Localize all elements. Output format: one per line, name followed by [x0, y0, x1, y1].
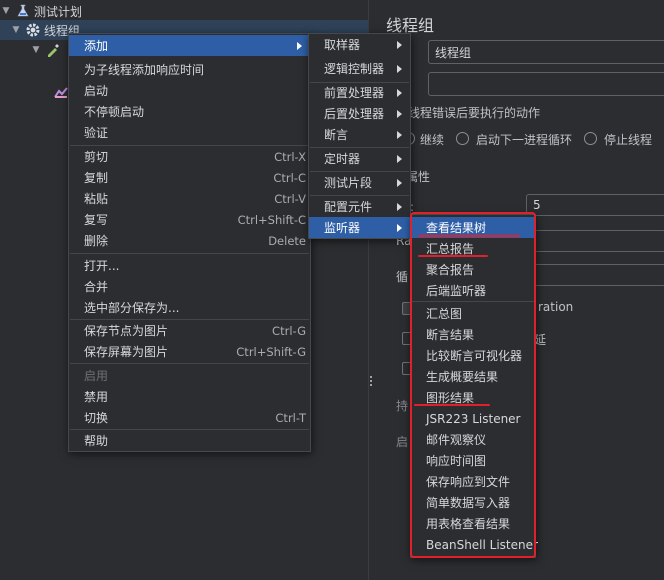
menu-item-generate-summary-results[interactable]: 生成概要结果 [411, 366, 535, 387]
menu-item-copy[interactable]: 复制 Ctrl-C [69, 167, 310, 188]
listener-submenu: 查看结果树 汇总报告 聚合报告 后端监听器 汇总图 断言结果 比较断言可视化器 … [410, 214, 538, 558]
tree-item-child-sampler[interactable]: ▼ [30, 40, 64, 60]
menu-item-start[interactable]: 启动 [69, 80, 310, 101]
error-action-label: 线程错误后要执行的动作 [408, 106, 541, 120]
menu-item-save-selection-as[interactable]: 选中部分保存为... [69, 297, 310, 318]
threads-input[interactable]: 5 [526, 194, 664, 216]
menu-item-paste[interactable]: 粘贴 Ctrl-V [69, 188, 310, 209]
submenu-arrow-icon [397, 202, 402, 211]
menu-item-beanshell-listener[interactable]: BeanShell Listener [411, 534, 538, 555]
menu-item-sampler[interactable]: 取样器 [309, 34, 410, 55]
menu-item-validate[interactable]: 验证 [69, 122, 310, 143]
menu-separator [70, 363, 309, 364]
menu-item-test-fragment[interactable]: 测试片段 [309, 172, 410, 193]
radio-next-loop-label: 启动下一进程循环 [476, 133, 573, 147]
context-menu: 添加 为子线程添加响应时间 启动 不停顿启动 验证 剪切 Ctrl-X 复制 Ctr… [68, 33, 311, 452]
menu-item-open[interactable]: 打开... [69, 255, 310, 276]
menu-item-simple-data-writer[interactable]: 简单数据写入器 [411, 492, 535, 513]
radio-stop-thread-label: 停止线程 [604, 133, 653, 147]
menu-item-jsr223-listener[interactable]: JSR223 Listener [411, 408, 535, 429]
menu-item-pre-processor[interactable]: 前置处理器 [309, 82, 410, 103]
menu-item-add[interactable]: 添加 [69, 35, 310, 56]
menu-item-config-element[interactable]: 配置元件 [309, 196, 410, 217]
menu-item-cut[interactable]: 剪切 Ctrl-X [69, 146, 310, 167]
submenu-arrow-icon [397, 223, 402, 232]
radio-continue-label: 继续 [420, 133, 445, 147]
add-submenu: 取样器 逻辑控制器 前置处理器 后置处理器 断言 定时器 测试片段 配置元件 监… [308, 33, 411, 239]
menu-separator [412, 301, 534, 302]
menu-item-merge[interactable]: 合并 [69, 276, 310, 297]
submenu-arrow-icon [397, 154, 402, 163]
loop-input[interactable] [526, 264, 664, 286]
chart-icon [53, 84, 69, 100]
menu-item-save-screen-image[interactable]: 保存屏幕为图片 Ctrl+Shift-G [69, 341, 310, 362]
menu-item-post-processor[interactable]: 后置处理器 [309, 103, 410, 124]
dropper-icon [45, 42, 61, 58]
menu-item-start-no-pauses[interactable]: 不停顿启动 [69, 101, 310, 122]
duration-label: 持 [396, 399, 409, 413]
menu-item-toggle[interactable]: 切换 Ctrl-T [69, 407, 310, 428]
submenu-arrow-icon [397, 109, 402, 118]
ramp-up-input[interactable] [526, 230, 664, 252]
menu-item-save-responses-to-file[interactable]: 保存响应到文件 [411, 471, 535, 492]
tree-item-label: 测试计划 [34, 4, 83, 19]
menu-item-timer[interactable]: 定时器 [309, 148, 410, 169]
menu-item-help[interactable]: 帮助 [69, 430, 310, 451]
menu-item-add-think-times[interactable]: 为子线程添加响应时间 [69, 59, 310, 80]
collapse-arrow-icon[interactable]: ▼ [10, 25, 22, 35]
splitter-grip-icon[interactable] [369, 376, 373, 386]
same-user-label: ration [538, 300, 574, 314]
tree-item-test-plan[interactable]: ▼ 测试计划 [0, 1, 368, 21]
menu-item-aggregate-graph[interactable]: 汇总图 [411, 303, 535, 324]
radio-next-loop[interactable] [456, 132, 469, 145]
collapse-arrow-icon[interactable]: ▼ [30, 45, 42, 55]
menu-item-disable[interactable]: 禁用 [69, 386, 310, 407]
loop-label: 循 [396, 270, 409, 284]
submenu-arrow-icon [397, 130, 402, 139]
menu-item-view-results-in-table[interactable]: 用表格查看结果 [411, 513, 535, 534]
radio-stop-thread[interactable] [584, 132, 597, 145]
collapse-arrow-icon[interactable]: ▼ [0, 6, 12, 16]
submenu-arrow-icon [397, 88, 402, 97]
menu-item-logic-controller[interactable]: 逻辑控制器 [309, 58, 410, 79]
name-input[interactable]: 线程组 [428, 40, 664, 64]
menu-item-delete[interactable]: 删除 Delete [69, 230, 310, 251]
menu-item-response-time-graph[interactable]: 响应时间图 [411, 450, 535, 471]
menu-item-backend-listener[interactable]: 后端监听器 [411, 280, 535, 301]
menu-item-enable: 启用 [84, 369, 109, 383]
menu-item-duplicate[interactable]: 复写 Ctrl+Shift-C [69, 209, 310, 230]
annotation-underline [418, 235, 520, 237]
menu-item-assertion[interactable]: 断言 [309, 124, 410, 145]
menu-item-listener[interactable]: 监听器 [309, 217, 410, 238]
menu-item-comparison-assertion-visualizer[interactable]: 比较断言可视化器 [411, 345, 535, 366]
menu-item-mailer-visualizer[interactable]: 邮件观察仪 [411, 429, 535, 450]
menu-item-aggregate-report[interactable]: 聚合报告 [411, 259, 535, 280]
flask-icon [15, 3, 31, 19]
comment-input[interactable] [428, 72, 664, 96]
menu-separator [70, 253, 309, 254]
annotation-underline [418, 255, 488, 257]
menu-item-assertion-results[interactable]: 断言结果 [411, 324, 535, 345]
annotation-underline [414, 404, 490, 406]
menu-item-save-node-image[interactable]: 保存节点为图片 Ctrl-G [69, 320, 310, 341]
gear-icon [25, 22, 41, 38]
submenu-arrow-icon [397, 64, 402, 73]
submenu-arrow-icon [297, 41, 302, 50]
submenu-arrow-icon [397, 40, 402, 49]
submenu-arrow-icon [397, 178, 402, 187]
startup-delay-label: 启 [396, 435, 409, 449]
